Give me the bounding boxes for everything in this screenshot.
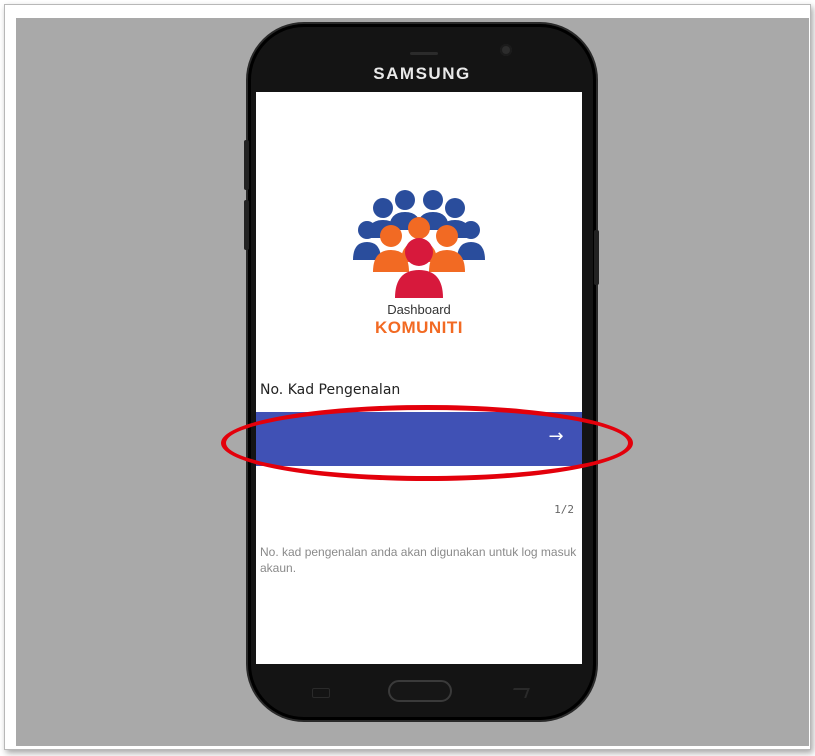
step-indicator: 1/2 [554, 503, 574, 516]
earpiece-speaker [410, 52, 438, 55]
help-text: No. kad pengenalan anda akan digunakan u… [260, 545, 577, 575]
logo-text-dashboard: Dashboard [387, 302, 451, 317]
recent-apps-icon[interactable] [312, 688, 330, 698]
community-logo-icon [353, 190, 485, 298]
front-camera-icon [500, 44, 512, 56]
logo-text-komuniti: KOMUNITI [374, 318, 464, 337]
home-button[interactable] [388, 680, 452, 702]
volume-up-button [244, 140, 249, 190]
arrow-right-icon[interactable]: → [544, 425, 568, 449]
phone-brand-label: SAMSUNG [373, 64, 471, 83]
ic-number-input[interactable] [256, 412, 582, 466]
app-screen: Dashboard KOMUNITI No. Kad Pengenalan → … [256, 92, 582, 664]
power-button [594, 230, 599, 285]
volume-down-button [244, 200, 249, 250]
ic-number-label: No. Kad Pengenalan [260, 382, 401, 398]
